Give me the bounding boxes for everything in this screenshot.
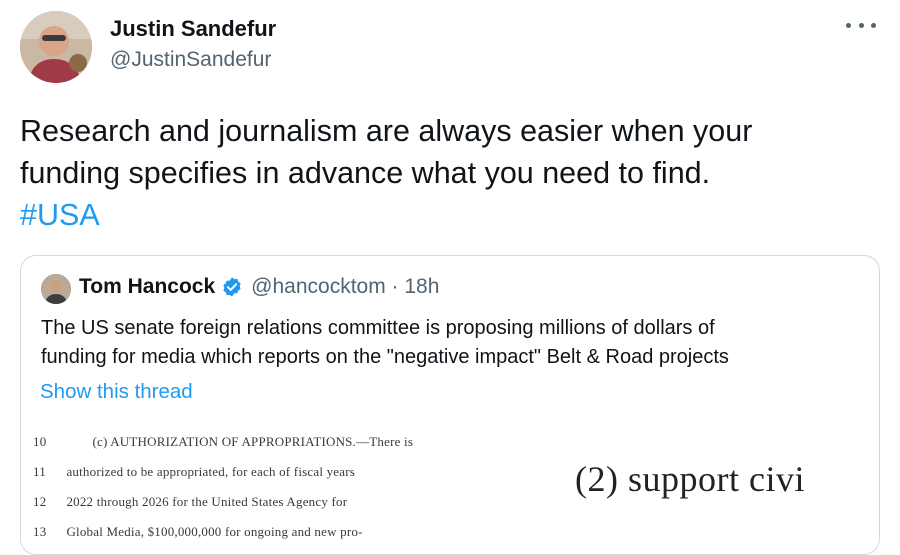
document-image-left[interactable]: 10 (c) AUTHORIZATION OF APPROPRIATIONS.—…: [21, 428, 541, 554]
tweet-text-line: Research and journalism are always easie…: [20, 114, 753, 148]
doc-line-text: (c) AUTHORIZATION OF APPROPRIATIONS.—The…: [92, 434, 414, 449]
more-options-button[interactable]: [846, 14, 876, 36]
doc-line: 12 2022 through 2026 for the United Stat…: [33, 494, 347, 510]
doc-line: 13 Global Media, $100,000,000 for ongoin…: [33, 524, 363, 540]
doc-line: 11 authorized to be appropriated, for ea…: [33, 464, 355, 480]
doc-line-text: authorized to be appropriated, for each …: [66, 464, 356, 479]
more-icon-dot: [858, 22, 864, 28]
document-image-right[interactable]: (2) support civi: [541, 428, 879, 554]
doc-line-number: 13: [33, 524, 47, 539]
doc-line-number: 11: [33, 464, 46, 479]
quoted-text-line: The US senate foreign relations committe…: [41, 317, 715, 339]
doc-right-text: (2) support civi: [575, 459, 805, 499]
quoted-author-avatar: [41, 274, 71, 304]
doc-line-text: 2022 through 2026 for the United States …: [66, 494, 348, 509]
doc-line-number: 12: [33, 494, 47, 509]
tweet-text-line: funding specifies in advance what you ne…: [20, 156, 711, 190]
quoted-text: The US senate foreign relations committe…: [41, 314, 871, 372]
quoted-tweet[interactable]: Tom Hancock @hancocktom · 18h The US sen…: [20, 255, 880, 555]
hashtag-link[interactable]: #USA: [20, 194, 880, 236]
author-avatar[interactable]: [20, 11, 92, 83]
author-handle[interactable]: @JustinSandefur: [110, 48, 271, 72]
quoted-text-line: funding for media which reports on the "…: [41, 346, 729, 368]
quoted-handle-time: @hancocktom · 18h: [251, 275, 440, 298]
doc-line-number: 10: [33, 434, 47, 449]
author-name[interactable]: Justin Sandefur: [110, 16, 276, 42]
show-thread-link[interactable]: Show this thread: [40, 380, 193, 404]
verified-badge-icon: [223, 277, 241, 297]
more-icon: [846, 22, 851, 28]
tweet-text: Research and journalism are always easie…: [20, 110, 880, 236]
doc-line-text: Global Media, $100,000,000 for ongoing a…: [66, 524, 363, 539]
quoted-author-name: Tom Hancock: [79, 275, 216, 298]
more-icon-dot: [871, 22, 876, 28]
doc-line: 10 (c) AUTHORIZATION OF APPROPRIATIONS.—…: [33, 434, 413, 450]
quoted-header: Tom Hancock @hancocktom · 18h: [79, 275, 439, 299]
